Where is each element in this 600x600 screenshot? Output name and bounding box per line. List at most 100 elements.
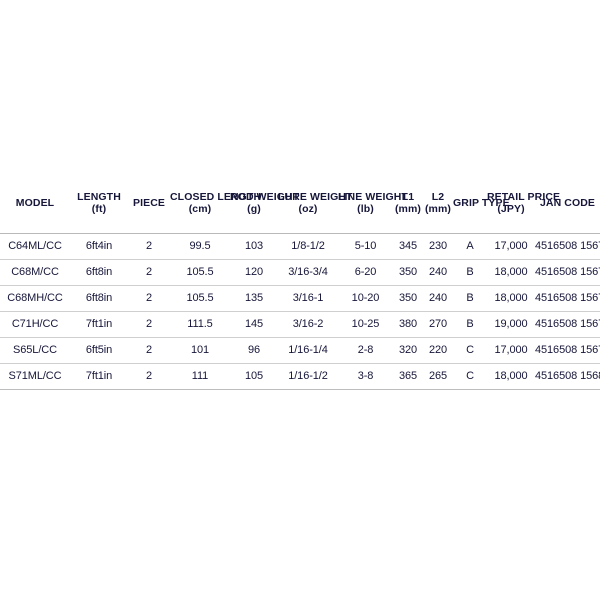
cell-piece: 2 [128, 311, 170, 338]
cell-jan: 4516508 15677 5 [535, 285, 600, 312]
column-header-label: L2 [431, 190, 445, 203]
cell-rodw: 145 [230, 311, 278, 338]
table-row: C64ML/CC 6ft4in 2 99.5 103 1/8-1/2 5-10 345 230 A… [0, 233, 600, 260]
cell-length: 6ft8in [70, 285, 128, 312]
cell-model: S71ML/CC [0, 363, 70, 390]
cell-l2: 230 [423, 233, 453, 260]
cell-linew: 6-20 [338, 259, 393, 286]
table-row: S71ML/CC 7ft1in 2 111 105 1/16-1/2 3-8 365 265 C 1… [0, 363, 600, 390]
cell-length: 6ft5in [70, 337, 128, 364]
cell-linew: 2-8 [338, 337, 393, 364]
cell-rodw: 135 [230, 285, 278, 312]
cell-l2: 240 [423, 285, 453, 312]
cell-grip: C [453, 363, 487, 390]
cell-closed: 111 [170, 363, 230, 390]
cell-piece: 2 [128, 233, 170, 260]
column-header-grip: GRIP TYPE [453, 175, 510, 234]
table-row: C71H/CC 7ft1in 2 111.5 145 3/16-2 10-25 380 270 B… [0, 311, 600, 338]
column-header-label: L1 [401, 190, 415, 203]
cell-rodw: 105 [230, 363, 278, 390]
column-header-length: LENGTH (ft) [70, 175, 128, 234]
cell-price: 17,000 [487, 233, 535, 260]
cell-model: S65L/CC [0, 337, 70, 364]
spec-table-container: MODEL LENGTH (ft) PIECE CLOSED LENGTH (cm) ROD… [0, 175, 600, 390]
cell-linew: 10-20 [338, 285, 393, 312]
column-header-label: MODEL [15, 196, 55, 209]
cell-jan: 4516508 15675 1 [535, 233, 600, 260]
cell-piece: 2 [128, 285, 170, 312]
rod-specification-table: MODEL LENGTH (ft) PIECE CLOSED LENGTH (cm) ROD… [0, 175, 600, 390]
cell-closed: 105.5 [170, 259, 230, 286]
cell-jan: 4516508 15679 9 [535, 337, 600, 364]
column-header-l2: L2 (mm) [423, 175, 453, 234]
table-row: S65L/CC 6ft5in 2 101 96 1/16-1/4 2-8 320 220 C 17,… [0, 337, 600, 364]
column-header-label: LENGTH [77, 190, 121, 203]
column-header-unit: (oz) [298, 203, 318, 215]
cell-l2: 270 [423, 311, 453, 338]
cell-price: 18,000 [487, 259, 535, 286]
table-header: MODEL LENGTH (ft) PIECE CLOSED LENGTH (cm) ROD… [0, 175, 600, 234]
cell-linew: 5-10 [338, 233, 393, 260]
column-header-model: MODEL [0, 175, 70, 234]
cell-lurew: 3/16-1 [278, 285, 338, 312]
column-header-unit: (cm) [188, 203, 212, 215]
cell-length: 7ft1in [70, 311, 128, 338]
column-header-rodw: ROD WEIGHT (g) [230, 175, 299, 234]
cell-length: 6ft8in [70, 259, 128, 286]
cell-piece: 2 [128, 337, 170, 364]
cell-l1: 350 [393, 259, 423, 286]
cell-linew: 3-8 [338, 363, 393, 390]
cell-model: C68M/CC [0, 259, 70, 286]
cell-lurew: 3/16-3/4 [278, 259, 338, 286]
cell-l1: 350 [393, 285, 423, 312]
cell-grip: A [453, 233, 487, 260]
column-header-label: PIECE [132, 196, 165, 209]
column-header-closed: CLOSED LENGTH (cm) [170, 175, 261, 234]
cell-l2: 220 [423, 337, 453, 364]
cell-length: 6ft4in [70, 233, 128, 260]
column-header-linew: LINE WEIGHT (lb) [338, 175, 408, 234]
cell-linew: 10-25 [338, 311, 393, 338]
column-header-label: LINE WEIGHT [338, 190, 408, 203]
cell-price: 17,000 [487, 337, 535, 364]
table-header-row: MODEL LENGTH (ft) PIECE CLOSED LENGTH (cm) ROD… [0, 175, 600, 234]
cell-grip: C [453, 337, 487, 364]
column-header-unit: (ft) [91, 203, 107, 215]
cell-l1: 380 [393, 311, 423, 338]
column-header-unit: (lb) [357, 203, 374, 215]
column-header-unit: (mm) [424, 203, 452, 215]
cell-grip: B [453, 285, 487, 312]
cell-model: C64ML/CC [0, 233, 70, 260]
column-header-unit: (mm) [394, 203, 422, 215]
cell-closed: 105.5 [170, 285, 230, 312]
cell-l2: 265 [423, 363, 453, 390]
column-header-unit: (g) [247, 203, 261, 215]
cell-price: 18,000 [487, 363, 535, 390]
cell-model: C71H/CC [0, 311, 70, 338]
column-header-l1: L1 (mm) [393, 175, 423, 234]
cell-piece: 2 [128, 363, 170, 390]
cell-jan: 4516508 15678 2 [535, 311, 600, 338]
cell-lurew: 1/16-1/2 [278, 363, 338, 390]
cell-price: 18,000 [487, 285, 535, 312]
table-body: C64ML/CC 6ft4in 2 99.5 103 1/8-1/2 5-10 345 230 A… [0, 233, 600, 390]
cell-price: 19,000 [487, 311, 535, 338]
cell-lurew: 3/16-2 [278, 311, 338, 338]
column-header-label: JAN CODE [539, 196, 596, 209]
cell-closed: 99.5 [170, 233, 230, 260]
cell-l1: 365 [393, 363, 423, 390]
cell-closed: 111.5 [170, 311, 230, 338]
cell-l1: 345 [393, 233, 423, 260]
cell-grip: B [453, 259, 487, 286]
cell-lurew: 1/16-1/4 [278, 337, 338, 364]
cell-piece: 2 [128, 259, 170, 286]
cell-rodw: 120 [230, 259, 278, 286]
cell-grip: B [453, 311, 487, 338]
cell-length: 7ft1in [70, 363, 128, 390]
cell-closed: 101 [170, 337, 230, 364]
cell-l2: 240 [423, 259, 453, 286]
column-header-piece: PIECE [128, 175, 170, 234]
table-row: C68M/CC 6ft8in 2 105.5 120 3/16-3/4 6-20 350 240… [0, 259, 600, 286]
cell-rodw: 103 [230, 233, 278, 260]
table-row: C68MH/CC 6ft8in 2 105.5 135 3/16-1 10-20 350 240… [0, 285, 600, 312]
